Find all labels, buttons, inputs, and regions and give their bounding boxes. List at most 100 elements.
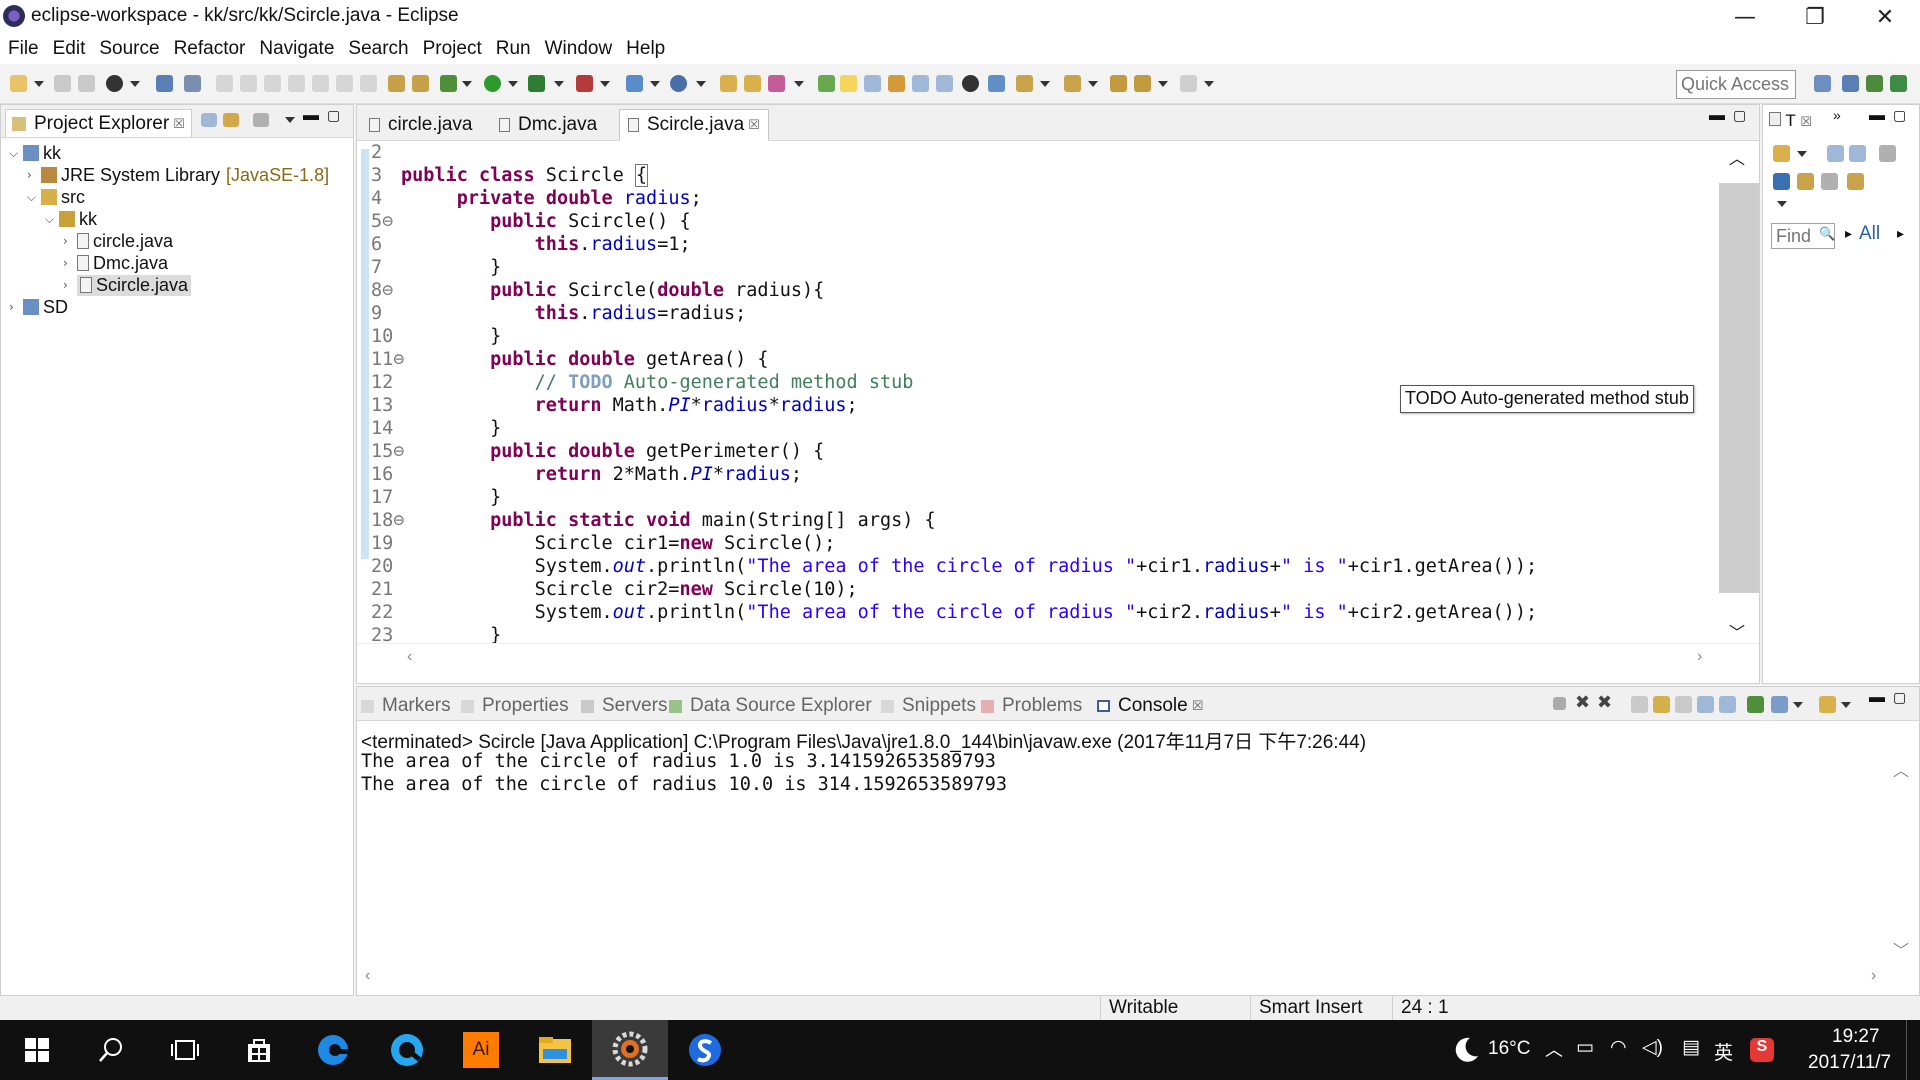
show-tasks-icon[interactable] xyxy=(1797,173,1814,190)
tree-item-project-sd[interactable]: › SD xyxy=(9,295,68,319)
close-button[interactable]: ✕ xyxy=(1850,0,1920,34)
external-tools-icon[interactable] xyxy=(576,75,593,92)
new-server-dropdown-icon[interactable] xyxy=(650,81,660,87)
open-console-icon[interactable] xyxy=(1819,696,1836,713)
close-tab-icon[interactable]: ☒ xyxy=(173,116,185,132)
maximize-view-icon[interactable]: ▢ xyxy=(327,107,340,124)
find-search-icon[interactable]: 🔍 xyxy=(1819,226,1835,242)
step-into-icon[interactable] xyxy=(312,75,329,92)
scroll-down-icon[interactable]: ﹀ xyxy=(1893,937,1909,961)
input-method-indicator[interactable]: 英 xyxy=(1714,1038,1733,1065)
show-hidden-icons-icon[interactable]: ︿ xyxy=(1545,1036,1563,1062)
mark-occurrences-icon[interactable] xyxy=(840,75,857,92)
toggle-mark-icon[interactable] xyxy=(388,75,405,92)
coverage-icon[interactable] xyxy=(528,75,545,92)
all-tasks-link[interactable]: All xyxy=(1859,223,1880,245)
search-tool-icon[interactable] xyxy=(768,75,785,92)
tree-item-package-kk[interactable]: ⌵ kk xyxy=(45,207,97,231)
annotation-icon[interactable] xyxy=(818,75,835,92)
tab-snippets[interactable]: Snippets xyxy=(881,695,976,717)
expand-twisty-icon[interactable]: › xyxy=(9,300,23,314)
minimize-view-icon[interactable]: ▬ xyxy=(1869,107,1885,125)
tree-item-jre-library[interactable]: › JRE System Library [JavaSE-1.8] xyxy=(27,163,329,187)
collapse-icon[interactable] xyxy=(1821,173,1838,190)
maximize-view-icon[interactable]: ▢ xyxy=(1893,689,1906,706)
scroll-down-icon[interactable]: ﹀ xyxy=(1729,619,1745,643)
menu-window[interactable]: Window xyxy=(545,38,613,60)
editor-horizontal-scrollbar[interactable]: ‹ › xyxy=(357,643,1759,683)
clock-date[interactable]: 2017/11/7 xyxy=(1808,1052,1891,1074)
expand-twisty-icon[interactable]: › xyxy=(63,234,77,248)
menu-search[interactable]: Search xyxy=(348,38,408,60)
show-whitespace-icon[interactable] xyxy=(912,75,929,92)
maximize-button[interactable]: ❐ xyxy=(1780,0,1850,34)
tab-scircle-java[interactable]: Scircle.java ☒ xyxy=(619,109,769,141)
new-class-dropdown-icon[interactable] xyxy=(696,81,706,87)
show-on-stdout-icon[interactable] xyxy=(1697,696,1714,713)
display-console-dropdown-icon[interactable] xyxy=(1793,702,1803,708)
open-perspective-icon[interactable] xyxy=(1814,75,1831,92)
expand-twisty-icon[interactable]: ⌵ xyxy=(27,190,41,205)
save-icon[interactable] xyxy=(54,75,71,92)
scroll-right-icon[interactable]: › xyxy=(1871,967,1876,985)
new-class-icon[interactable] xyxy=(670,75,687,92)
debug-icon[interactable] xyxy=(440,75,457,92)
collapse-all-icon[interactable] xyxy=(201,113,217,127)
block-selection-icon[interactable] xyxy=(888,75,905,92)
taskbar-eclipse[interactable] xyxy=(592,1020,668,1080)
open-task-icon[interactable] xyxy=(744,75,761,92)
taskbar-file-explorer[interactable] xyxy=(518,1020,592,1080)
disconnect-icon[interactable] xyxy=(288,75,305,92)
link-with-editor-icon[interactable] xyxy=(223,113,239,127)
back-dropdown-icon[interactable] xyxy=(1158,81,1168,87)
tab-problems[interactable]: Problems xyxy=(981,695,1082,717)
categorized-icon[interactable] xyxy=(1827,145,1844,162)
menu-file[interactable]: File xyxy=(8,38,39,60)
scroll-up-icon[interactable]: ︿ xyxy=(1729,145,1745,169)
quick-access-input[interactable] xyxy=(1676,70,1796,99)
taskbar-edge[interactable] xyxy=(296,1020,370,1080)
suspend-icon[interactable] xyxy=(240,75,257,92)
forward-icon[interactable] xyxy=(1180,75,1197,92)
tab-console[interactable]: Console ☒ xyxy=(1097,695,1203,717)
menu-navigate[interactable]: Navigate xyxy=(259,38,334,60)
tree-item-scircle-java[interactable]: › Scircle.java xyxy=(63,273,192,297)
pin-editor-icon[interactable] xyxy=(988,75,1005,92)
skip-breakpoints-icon[interactable] xyxy=(184,75,201,92)
scroll-lock-icon[interactable] xyxy=(1653,696,1670,713)
arrow-right-icon[interactable]: ▸ xyxy=(1845,225,1852,242)
show-on-stderr-icon[interactable] xyxy=(1719,696,1736,713)
close-tab-icon[interactable]: ☒ xyxy=(1800,114,1812,129)
show-breadcrumb-icon[interactable] xyxy=(936,75,953,92)
expand-twisty-icon[interactable]: ⌵ xyxy=(45,212,59,227)
menu-help[interactable]: Help xyxy=(626,38,665,60)
tab-project-explorer[interactable]: Project Explorer ☒ xyxy=(5,109,192,137)
word-wrap-icon[interactable] xyxy=(864,75,881,92)
task-view-button[interactable] xyxy=(148,1020,222,1080)
view-menu-icon[interactable] xyxy=(1777,201,1787,207)
maximize-view-icon[interactable]: ▢ xyxy=(1733,107,1746,124)
taskbar-qq-browser[interactable] xyxy=(370,1020,444,1080)
terminate-console-icon[interactable] xyxy=(1553,697,1566,710)
arrow-right-icon[interactable]: ▸ xyxy=(1897,225,1904,242)
focus-icon[interactable] xyxy=(1773,173,1790,190)
tab-properties[interactable]: Properties xyxy=(461,695,569,717)
volume-icon[interactable]: ◁) xyxy=(1642,1036,1663,1059)
expand-twisty-icon[interactable]: ⌵ xyxy=(9,146,23,161)
menu-edit[interactable]: Edit xyxy=(53,38,86,60)
tab-data-source-explorer[interactable]: Data Source Explorer xyxy=(669,695,872,717)
java-ee-perspective-icon[interactable] xyxy=(1842,75,1859,92)
new-task-dropdown-icon[interactable] xyxy=(1797,151,1807,157)
minimize-button[interactable]: — xyxy=(1710,0,1780,34)
close-tab-icon[interactable]: ☒ xyxy=(748,117,760,133)
new-server-icon[interactable] xyxy=(626,75,643,92)
more-views-icon[interactable]: » xyxy=(1833,107,1841,123)
scheduled-icon[interactable] xyxy=(1849,145,1866,162)
search-button[interactable] xyxy=(74,1020,148,1080)
view-menu-icon[interactable] xyxy=(285,117,295,123)
editor-scroll-thumb[interactable] xyxy=(1719,183,1759,593)
debug-perspective-icon[interactable] xyxy=(1890,75,1907,92)
display-console-icon[interactable] xyxy=(1771,696,1788,713)
open-type-icon[interactable] xyxy=(720,75,737,92)
tree-item-project-kk[interactable]: ⌵ kk xyxy=(9,141,61,165)
